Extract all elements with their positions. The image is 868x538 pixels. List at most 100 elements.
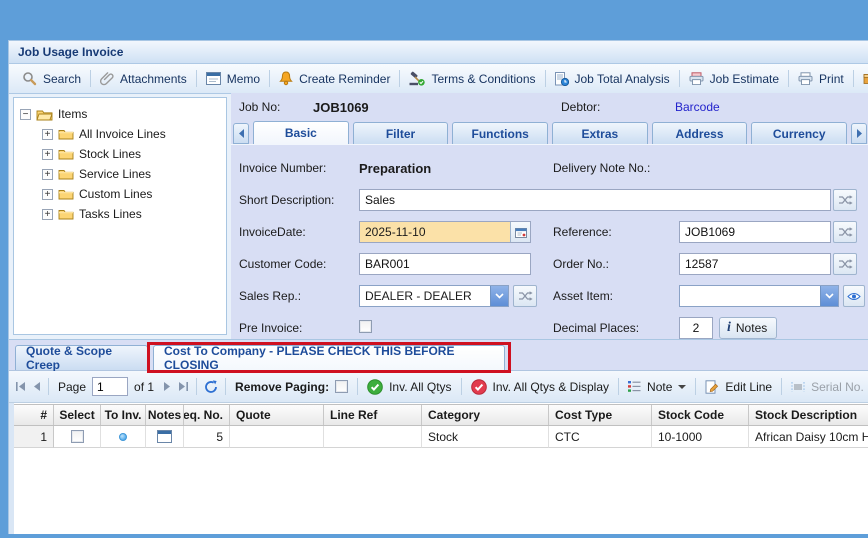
decimal-places-input[interactable] bbox=[679, 317, 713, 339]
tab-label: Filter bbox=[386, 127, 415, 141]
tab-address[interactable]: Address bbox=[652, 122, 748, 144]
column-header-stock-code[interactable]: Stock Code bbox=[652, 405, 749, 425]
document-clock-icon bbox=[555, 72, 569, 86]
folder-icon bbox=[58, 168, 74, 180]
toolbar-separator bbox=[48, 378, 49, 395]
create-reminder-button[interactable]: Create Reminder bbox=[270, 67, 399, 91]
expand-icon[interactable] bbox=[42, 149, 53, 160]
to-invoice-indicator-icon[interactable] bbox=[119, 433, 127, 441]
expand-icon[interactable] bbox=[42, 129, 53, 140]
tab-functions[interactable]: Functions bbox=[452, 122, 548, 144]
form-tabs: Basic Filter Functions Extras Address Cu… bbox=[233, 121, 867, 144]
tab-basic[interactable]: Basic bbox=[253, 121, 349, 144]
column-header-notes[interactable]: Notes bbox=[146, 405, 184, 425]
first-page-button[interactable] bbox=[15, 377, 26, 397]
printer-estimate-icon bbox=[689, 72, 704, 85]
customer-code-label: Customer Code: bbox=[239, 257, 326, 271]
tab-quote-scope-creep[interactable]: Quote & Scope Creep bbox=[15, 345, 148, 370]
lines-section-tabs: Quote & Scope Creep Cost To Company - PL… bbox=[9, 340, 868, 371]
debtor-link[interactable]: Barcode bbox=[675, 100, 720, 114]
next-page-button[interactable] bbox=[163, 377, 171, 397]
tree-item-custom-lines[interactable]: Custom Lines bbox=[42, 184, 226, 204]
date-picker-button[interactable] bbox=[510, 222, 530, 242]
view-asset-button[interactable] bbox=[843, 285, 865, 307]
collapse-icon[interactable] bbox=[20, 109, 31, 120]
inv-all-qtys-display-button[interactable]: Inv. All Qtys & Display bbox=[469, 379, 611, 395]
print-button[interactable]: Print bbox=[789, 67, 853, 91]
chevron-down-icon[interactable] bbox=[490, 286, 508, 306]
items-tree-panel: Items All Invoice Lines Stock Lines Serv… bbox=[13, 97, 227, 335]
tree-item-service-lines[interactable]: Service Lines bbox=[42, 164, 226, 184]
lookup-shuffle-button[interactable] bbox=[513, 285, 537, 307]
lookup-shuffle-button[interactable] bbox=[833, 253, 857, 275]
tree-item-label: Stock Lines bbox=[79, 147, 141, 161]
column-header-line-ref[interactable]: Line Ref bbox=[324, 405, 422, 425]
tab-filter[interactable]: Filter bbox=[353, 122, 449, 144]
memo-button[interactable]: Memo bbox=[197, 67, 269, 91]
tab-extras[interactable]: Extras bbox=[552, 122, 648, 144]
shuffle-icon bbox=[838, 226, 853, 238]
asset-item-dropdown[interactable] bbox=[679, 285, 839, 307]
invoice-date-input[interactable]: 2025-11-10 bbox=[359, 221, 531, 243]
customer-code-input[interactable] bbox=[359, 253, 531, 275]
tab-label: Currency bbox=[773, 127, 826, 141]
column-header-stock-description[interactable]: Stock Description bbox=[749, 405, 868, 425]
expand-icon[interactable] bbox=[42, 189, 53, 200]
note-dropdown-button[interactable]: Note bbox=[626, 380, 688, 394]
column-header-select[interactable]: Select bbox=[54, 405, 101, 425]
last-page-button[interactable] bbox=[178, 377, 189, 397]
column-header-quote[interactable]: Quote bbox=[230, 405, 324, 425]
remove-paging-checkbox[interactable] bbox=[335, 380, 348, 393]
lookup-shuffle-button[interactable] bbox=[833, 221, 857, 243]
row-notes-icon[interactable] bbox=[157, 430, 172, 443]
attachments-button[interactable]: Attachments bbox=[91, 67, 196, 91]
job-total-analysis-button[interactable]: Job Total Analysis bbox=[546, 67, 679, 91]
expand-icon[interactable] bbox=[42, 209, 53, 220]
invoice-lines-grid: # Select To Inv. Notes Seq. No. Quote Li… bbox=[14, 404, 868, 448]
column-header-category[interactable]: Category bbox=[422, 405, 549, 425]
edit-line-button[interactable]: Edit Line bbox=[703, 380, 774, 394]
terms-conditions-label: Terms & Conditions bbox=[431, 72, 535, 86]
expand-icon[interactable] bbox=[42, 169, 53, 180]
main-toolbar: Search Attachments Memo Create Reminder … bbox=[9, 64, 868, 94]
prev-page-button[interactable] bbox=[33, 377, 41, 397]
search-button[interactable]: Search bbox=[13, 67, 90, 91]
sales-rep-dropdown[interactable]: DEALER - DEALER bbox=[359, 285, 509, 307]
collect-deliver-button[interactable]: Collect / D bbox=[854, 67, 868, 91]
column-header-num[interactable]: # bbox=[14, 405, 54, 425]
job-total-analysis-label: Job Total Analysis bbox=[575, 72, 670, 86]
tab-label: Address bbox=[676, 127, 724, 141]
refresh-button[interactable] bbox=[204, 377, 218, 397]
decimal-places-label: Decimal Places: bbox=[553, 321, 639, 335]
tab-currency[interactable]: Currency bbox=[751, 122, 847, 144]
grid-data-row[interactable]: 1 5 Stock CTC 10-1000 African Daisy 10cm… bbox=[14, 426, 868, 448]
order-no-input[interactable] bbox=[679, 253, 831, 275]
calendar-icon bbox=[515, 227, 527, 238]
job-estimate-button[interactable]: Job Estimate bbox=[680, 67, 788, 91]
tree-root-items[interactable]: Items bbox=[20, 104, 226, 124]
column-header-seq-no[interactable]: Seq. No. bbox=[184, 405, 230, 425]
tree-item-all-invoice-lines[interactable]: All Invoice Lines bbox=[42, 124, 226, 144]
pre-invoice-checkbox[interactable] bbox=[359, 320, 372, 333]
seq-no-cell: 5 bbox=[184, 426, 230, 448]
gavel-icon bbox=[409, 71, 425, 86]
reference-input[interactable] bbox=[679, 221, 831, 243]
row-select-checkbox[interactable] bbox=[71, 430, 84, 443]
chevron-down-icon[interactable] bbox=[820, 286, 838, 306]
terms-conditions-button[interactable]: Terms & Conditions bbox=[400, 67, 544, 91]
tree-item-tasks-lines[interactable]: Tasks Lines bbox=[42, 204, 226, 224]
page-of-label: of 1 bbox=[134, 380, 154, 394]
tab-cost-to-company[interactable]: Cost To Company - PLEASE CHECK THIS BEFO… bbox=[153, 345, 505, 370]
notes-button[interactable]: i Notes bbox=[719, 317, 777, 339]
page-number-input[interactable] bbox=[92, 377, 128, 396]
tree-item-stock-lines[interactable]: Stock Lines bbox=[42, 144, 226, 164]
serial-no-button[interactable]: Serial No. bbox=[789, 380, 866, 394]
column-header-cost-type[interactable]: Cost Type bbox=[549, 405, 652, 425]
toolbar-separator bbox=[695, 378, 696, 395]
inv-all-qtys-button[interactable]: Inv. All Qtys bbox=[365, 379, 453, 395]
column-header-to-inv[interactable]: To Inv. bbox=[101, 405, 146, 425]
short-description-input[interactable] bbox=[359, 189, 831, 211]
tab-scroll-left-button[interactable] bbox=[233, 123, 249, 144]
lookup-shuffle-button[interactable] bbox=[833, 189, 857, 211]
tab-scroll-right-button[interactable] bbox=[851, 123, 867, 144]
